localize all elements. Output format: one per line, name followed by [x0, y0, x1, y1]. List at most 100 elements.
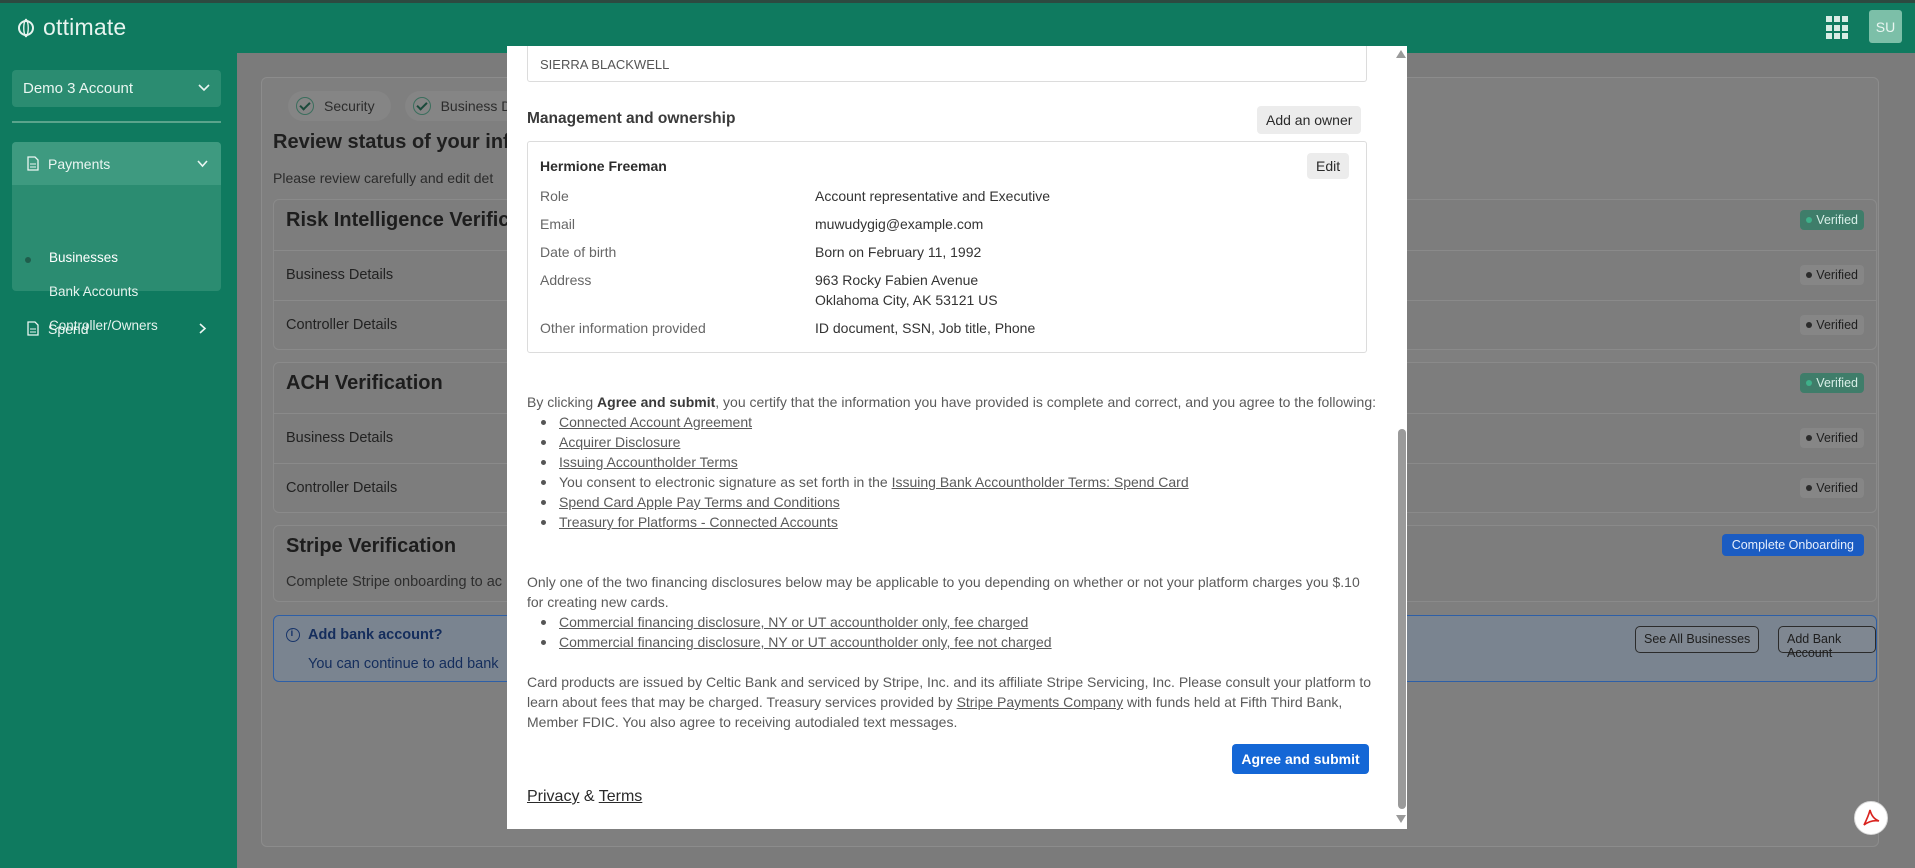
scrollbar-thumb[interactable]: [1398, 429, 1406, 809]
field-value: muwudygig@example.com: [815, 216, 984, 232]
info-icon: [286, 628, 300, 642]
sidebar-item-bank-accounts[interactable]: Bank Accounts: [49, 284, 138, 299]
alert-title: Add bank account?: [308, 627, 443, 643]
financing-disclosures: Only one of the two financing disclosure…: [527, 572, 1377, 652]
stepper: Security Business De: [288, 91, 536, 121]
list-item: Commercial financing disclosure, NY or U…: [527, 632, 1377, 652]
active-indicator: [25, 257, 31, 263]
owner-name: Hermione Freeman: [540, 158, 667, 174]
chevron-down-icon: [197, 160, 208, 168]
field-label: Date of birth: [540, 244, 617, 260]
modal-scrollbar[interactable]: [1395, 46, 1407, 829]
sidebar-item-label: Payments: [48, 156, 111, 172]
list-item: You consent to electronic signature as s…: [527, 472, 1377, 492]
status-badge: Verified: [1800, 428, 1864, 448]
step-security[interactable]: Security: [288, 91, 391, 121]
list-item: Connected Account Agreement: [527, 412, 1377, 432]
list-item: Issuing Accountholder Terms: [527, 452, 1377, 472]
see-all-businesses-button[interactable]: See All Businesses: [1635, 626, 1760, 653]
payments-group: Payments Businesses Bank Accounts Contro…: [12, 142, 221, 333]
agree-and-submit-button[interactable]: Agree and submit: [1232, 744, 1369, 774]
pdf-icon[interactable]: [1854, 801, 1888, 835]
status-badge: Verified: [1800, 315, 1864, 335]
field-value: Born on February 11, 1992: [815, 244, 982, 260]
step-label: Security: [324, 98, 375, 114]
account-selector[interactable]: Demo 3 Account: [12, 70, 221, 107]
add-bank-account-button[interactable]: Add Bank Account: [1778, 626, 1876, 660]
list-item: Treasury for Platforms - Connected Accou…: [527, 512, 1377, 532]
field-value: ID document, SSN, Job title, Phone: [815, 320, 1036, 336]
sidebar-divider: [12, 121, 221, 123]
sidebar-item-spend[interactable]: Spend: [12, 309, 221, 349]
sidebar: Demo 3 Account Payments Businesses Bank …: [0, 53, 237, 868]
logo-text: ottimate: [43, 14, 127, 40]
add-owner-button[interactable]: Add an owner: [1257, 106, 1362, 134]
card-title: ACH Verification: [286, 372, 443, 394]
sidebar-item-label: Spend: [48, 321, 89, 337]
legal-intro: By clicking Agree and submit, you certif…: [527, 394, 1376, 410]
financing-fee-charged-link[interactable]: Commercial financing disclosure, NY or U…: [559, 614, 1028, 630]
page-title: Review status of your inf: [273, 131, 510, 153]
financing-fee-not-charged-link[interactable]: Commercial financing disclosure, NY or U…: [559, 634, 1052, 650]
apple-pay-terms-link[interactable]: Spend Card Apple Pay Terms and Condition…: [559, 494, 840, 510]
list-item: Spend Card Apple Pay Terms and Condition…: [527, 492, 1377, 512]
sidebar-item-payments[interactable]: Payments: [12, 142, 221, 185]
card-description: Complete Stripe onboarding to ac: [286, 574, 503, 590]
acquirer-disclosure-link[interactable]: Acquirer Disclosure: [559, 434, 680, 450]
status-badge: Verified: [1800, 373, 1864, 393]
card-products-notice: Card products are issued by Celtic Bank …: [527, 674, 1372, 730]
edit-button[interactable]: Edit: [1307, 153, 1350, 179]
field-label: Other information provided: [540, 320, 706, 336]
document-icon: [27, 156, 39, 171]
list-item: Commercial financing disclosure, NY or U…: [527, 612, 1377, 632]
apps-grid-icon[interactable]: [1826, 16, 1850, 40]
terms-link[interactable]: Terms: [599, 788, 643, 805]
chevron-down-icon: [198, 84, 210, 92]
field-value: 963 Rocky Fabien Avenue: [815, 272, 979, 288]
privacy-link[interactable]: Privacy: [527, 788, 579, 805]
status-badge: Verified: [1800, 210, 1864, 230]
scroll-down-icon[interactable]: [1396, 815, 1406, 823]
financing-list: Commercial financing disclosure, NY or U…: [527, 612, 1377, 652]
top-border: [0, 0, 1915, 3]
footer-ampersand: &: [583, 788, 595, 805]
acrobat-icon: [1863, 809, 1880, 826]
issuing-bank-terms-link[interactable]: Issuing Bank Accountholder Terms: Spend …: [892, 474, 1189, 490]
status-badge: Verified: [1800, 478, 1864, 498]
status-badge: Verified: [1800, 265, 1864, 285]
document-icon: [27, 321, 39, 336]
row-label: Business Details: [286, 267, 394, 283]
card-title: Risk Intelligence Verific: [286, 209, 510, 231]
scroll-up-icon[interactable]: [1396, 50, 1406, 58]
complete-onboarding-button[interactable]: Complete Onboarding: [1721, 534, 1864, 556]
legal-terms: By clicking Agree and submit, you certif…: [527, 392, 1377, 532]
agreement-list: Connected Account Agreement Acquirer Dis…: [527, 412, 1377, 532]
field-label: Email: [540, 216, 576, 232]
page-subtitle: Please review carefully and edit det: [273, 170, 494, 186]
field-label: Address: [540, 272, 592, 288]
treasury-terms-link[interactable]: Treasury for Platforms - Connected Accou…: [559, 514, 838, 530]
card-title: Stripe Verification: [286, 535, 457, 557]
name-field: SIERRA BLACKWELL: [527, 46, 1367, 82]
field-value: Oklahoma City, AK 53121 US: [815, 292, 998, 308]
row-label: Business Details: [286, 430, 394, 446]
row-label: Controller Details: [286, 317, 398, 333]
account-selector-label: Demo 3 Account: [23, 80, 134, 97]
connected-account-agreement-link[interactable]: Connected Account Agreement: [559, 414, 752, 430]
owner-card: Hermione Freeman Edit Role Account repre…: [527, 141, 1367, 353]
alert-description: You can continue to add bank: [308, 656, 499, 672]
list-item: Acquirer Disclosure: [527, 432, 1377, 452]
stripe-payments-company-link[interactable]: Stripe Payments Company: [957, 694, 1124, 710]
sidebar-item-businesses[interactable]: Businesses: [49, 250, 118, 265]
avatar[interactable]: SU: [1869, 10, 1902, 43]
logo-icon: [18, 18, 34, 37]
chevron-right-icon: [199, 323, 207, 334]
onboarding-modal: SIERRA BLACKWELL Management and ownershi…: [507, 46, 1407, 829]
financing-intro: Only one of the two financing disclosure…: [527, 574, 1360, 610]
section-title: Management and ownership: [527, 110, 736, 127]
row-label: Controller Details: [286, 480, 398, 496]
check-icon: [296, 97, 314, 115]
issuing-accountholder-terms-link[interactable]: Issuing Accountholder Terms: [559, 454, 738, 470]
modal-footer: Privacy & Terms: [527, 788, 642, 806]
logo[interactable]: ottimate: [14, 14, 126, 41]
